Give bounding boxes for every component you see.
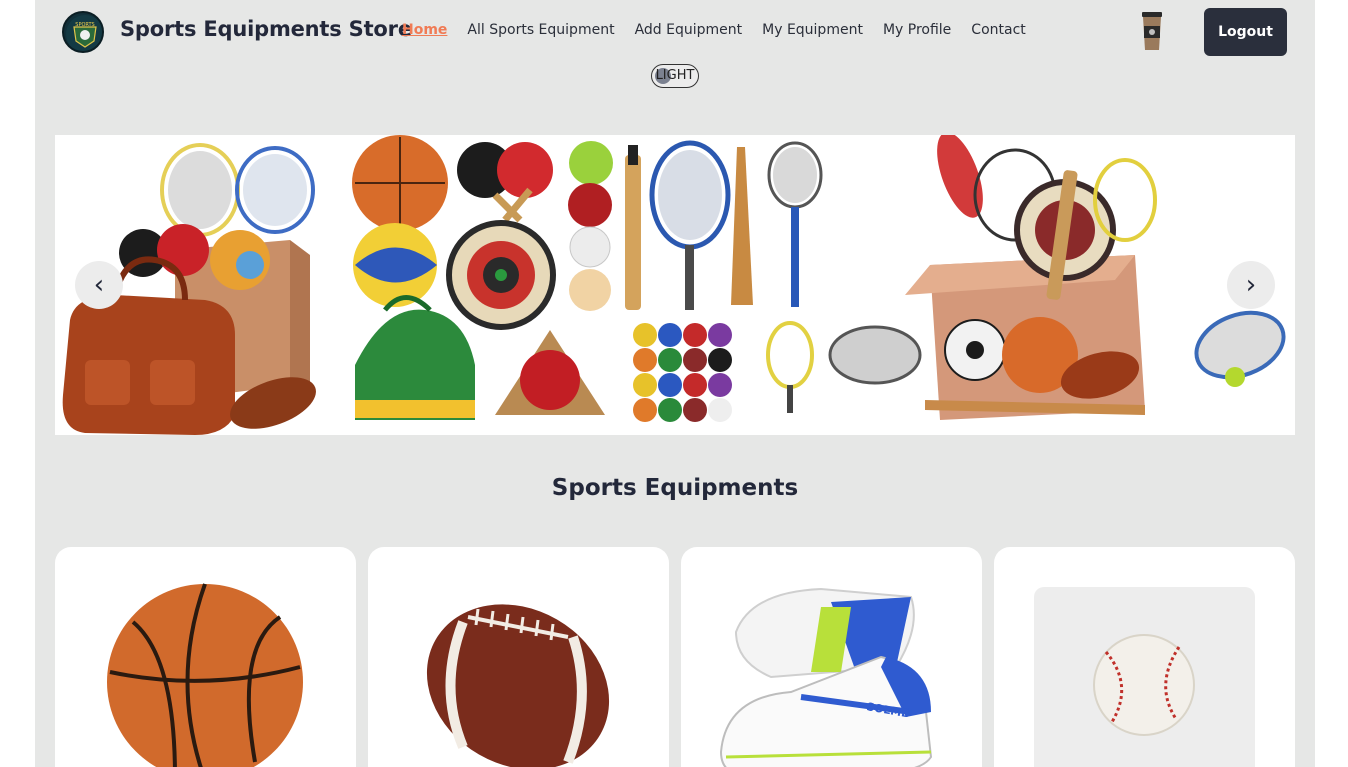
brand-name[interactable]: Sports Equipments Store [120,17,412,41]
equipment-card-baseball[interactable] [994,547,1295,767]
equipment-card-sports-shoe[interactable]: SOLMB [681,547,982,767]
nav-contact[interactable]: Contact [971,22,1025,38]
section-title: Sports Equipments [551,475,799,501]
nav-links: Home All Sports Equipment Add Equipment … [402,22,1046,38]
nav-add-equipment[interactable]: Add Equipment [635,22,743,38]
american-football-image [426,604,610,767]
carousel-next-button[interactable]: › [1227,261,1275,309]
basketball-image [107,583,303,767]
theme-toggle-label: LIGHT [655,68,695,83]
logout-button[interactable]: Logout [1204,8,1287,56]
carousel-prev-button[interactable]: ‹ [75,261,123,309]
brand-logo[interactable]: SPORTS [62,11,104,53]
equipment-card-list: SOLMB [55,547,1295,767]
nav-all-sports-equipment[interactable]: All Sports Equipment [467,22,614,38]
logo-text: SPORTS [75,22,94,28]
equipment-card-american-football[interactable] [368,547,669,767]
page: SPORTS Sports Equipments Store Home All … [35,0,1315,767]
navbar: SPORTS Sports Equipments Store Home All … [35,0,1315,110]
equipment-card-basketball[interactable] [55,547,356,767]
nav-my-equipment[interactable]: My Equipment [762,22,863,38]
coffee-cup-icon[interactable] [1140,12,1164,50]
baseball-image [1034,587,1255,767]
sports-equipment-banner-image [62,135,1286,435]
theme-toggle[interactable]: LIGHT [651,64,699,88]
hero-banner: ‹ › [55,135,1295,435]
nav-my-profile[interactable]: My Profile [883,22,951,38]
sports-shoe-image: SOLMB [719,587,933,767]
nav-home[interactable]: Home [402,22,447,38]
